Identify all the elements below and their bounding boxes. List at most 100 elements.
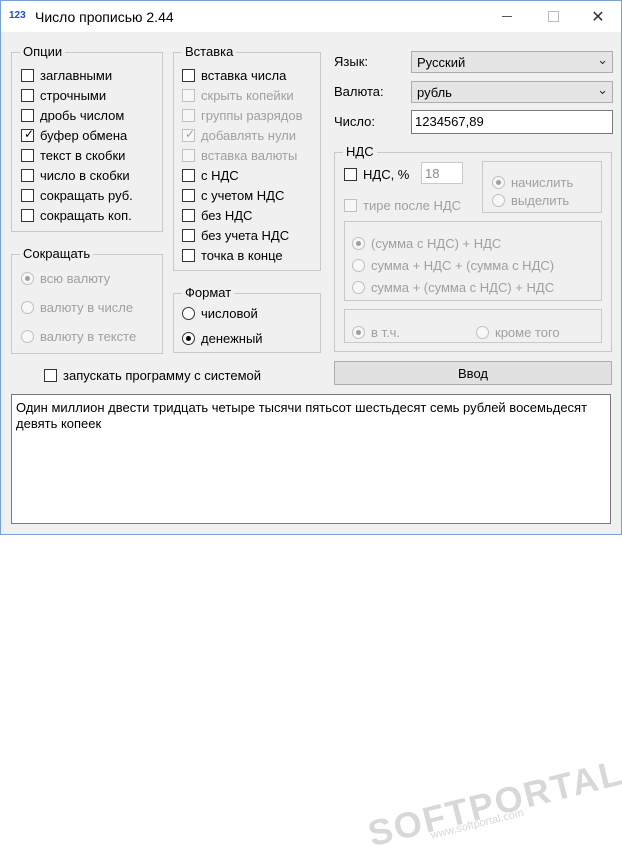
vat-formula-radio[interactable]: сумма + НДС + (сумма с НДС) (352, 256, 554, 274)
radio-circle[interactable] (476, 325, 489, 339)
insert-checkbox[interactable]: без учета НДС (182, 226, 289, 244)
insert-checkbox[interactable]: ✓ добавлять нули (182, 126, 296, 144)
checkbox-box[interactable] (182, 108, 195, 122)
vat-rate-value: 18 (425, 166, 440, 181)
checkbox-box[interactable] (182, 88, 195, 102)
checkbox-box[interactable] (21, 208, 34, 222)
option-checkbox-label: сокращать руб. (40, 187, 133, 203)
shorten-radio-label: валюту в тексте (40, 328, 137, 344)
vat-checkbox[interactable]: НДС, % (344, 165, 409, 183)
shorten-radio[interactable]: валюту в тексте (21, 327, 136, 345)
radio-circle[interactable] (182, 331, 195, 345)
insert-checkbox[interactable]: скрыть копейки (182, 86, 294, 104)
vat-incl-radio[interactable]: кроме того (476, 323, 560, 341)
checkbox-box[interactable] (344, 167, 357, 181)
vat-formula-radio[interactable]: (сумма с НДС) + НДС (352, 234, 501, 252)
vat-checkbox-label: НДС, % (363, 166, 410, 182)
currency-select[interactable]: рубль ⌄ (411, 81, 613, 103)
insert-checkbox[interactable]: вставка валюты (182, 146, 297, 164)
currency-value: рубль (417, 85, 452, 100)
vat-legend: НДС (343, 144, 377, 159)
checkbox-box[interactable] (182, 248, 195, 262)
autostart-checkbox[interactable]: запускать программу с системой (44, 366, 261, 384)
option-checkbox-label: заглавными (40, 67, 113, 83)
option-checkbox[interactable]: сокращать коп. (21, 206, 132, 224)
insert-checkbox[interactable]: с учетом НДС (182, 186, 284, 204)
option-checkbox[interactable]: текст в скобки (21, 146, 125, 164)
checkbox-box[interactable] (21, 188, 34, 202)
insert-checkbox[interactable]: точка в конце (182, 246, 283, 264)
format-radio[interactable]: денежный (182, 329, 263, 347)
checkbox-box[interactable] (182, 68, 195, 82)
chevron-down-icon: ⌄ (597, 82, 608, 97)
insert-checkbox[interactable]: без НДС (182, 206, 252, 224)
vat-formula-radio-label: сумма + (сумма с НДС) + НДС (371, 279, 555, 295)
shorten-radio[interactable]: всю валюту (21, 269, 110, 287)
radio-circle[interactable] (182, 306, 195, 320)
checkbox-box[interactable] (182, 168, 195, 182)
radio-circle[interactable] (352, 236, 365, 250)
checkmark-icon: ✓ (185, 126, 196, 141)
output-textarea[interactable]: Один миллион двести тридцать четыре тыся… (11, 394, 622, 854)
radio-circle[interactable] (21, 329, 34, 343)
insert-checkbox-label: без НДС (201, 207, 253, 223)
vat-mode-radio-label: выделить (511, 192, 570, 208)
radio-dot-icon (186, 335, 191, 341)
radio-circle[interactable] (492, 193, 505, 207)
language-select[interactable]: Русский ⌄ (411, 51, 613, 73)
insert-checkbox-label: группы разрядов (201, 107, 303, 123)
option-checkbox[interactable]: сокращать руб. (21, 186, 133, 204)
vat-mode-radio-label: начислить (511, 174, 574, 190)
radio-circle[interactable] (21, 300, 34, 314)
checkbox-box[interactable] (182, 228, 195, 242)
vat-mode-radio[interactable]: начислить (492, 173, 573, 191)
shorten-legend: Сокращать (20, 246, 94, 261)
checkbox-box[interactable] (21, 168, 34, 182)
shorten-radio-label: всю валюту (40, 270, 111, 286)
option-checkbox[interactable]: ✓ буфер обмена (21, 126, 127, 144)
checkbox-box[interactable] (182, 188, 195, 202)
vat-rate-input[interactable]: 18 (421, 162, 463, 184)
insert-checkbox[interactable]: вставка числа (182, 66, 286, 84)
checkbox-box[interactable] (182, 208, 195, 222)
radio-circle[interactable] (21, 271, 34, 285)
dash-after-vat-checkbox[interactable]: тире после НДС (344, 196, 461, 214)
format-radio[interactable]: числовой (182, 304, 258, 322)
option-checkbox[interactable]: дробь числом (21, 106, 124, 124)
checkbox-box[interactable] (182, 148, 195, 162)
vat-mode-radio[interactable]: выделить (492, 191, 569, 209)
radio-circle[interactable] (352, 325, 365, 339)
vat-formula-radio-label: (сумма с НДС) + НДС (371, 235, 502, 251)
close-button[interactable]: ✕ (575, 1, 621, 32)
insert-checkbox[interactable]: группы разрядов (182, 106, 302, 124)
radio-dot-icon (25, 275, 30, 281)
checkbox-box[interactable]: ✓ (182, 126, 196, 142)
vat-formula-radio[interactable]: сумма + (сумма с НДС) + НДС (352, 278, 554, 296)
checkbox-box[interactable] (344, 198, 357, 212)
enter-button[interactable]: Ввод (334, 361, 612, 385)
option-checkbox[interactable]: число в скобки (21, 166, 130, 184)
option-checkbox[interactable]: заглавными (21, 66, 112, 84)
radio-circle[interactable] (352, 258, 365, 272)
checkbox-box[interactable] (21, 108, 34, 122)
maximize-button[interactable] (530, 1, 576, 32)
checkbox-box[interactable]: ✓ (21, 127, 34, 142)
vat-formula-radio-label: сумма + НДС + (сумма с НДС) (371, 257, 555, 273)
shorten-radio[interactable]: валюту в числе (21, 298, 133, 316)
number-input[interactable]: 1234567,89 (411, 110, 613, 134)
number-label: Число: (334, 114, 375, 129)
number-value: 1234567,89 (415, 114, 484, 129)
vat-incl-radio[interactable]: в т.ч. (352, 323, 400, 341)
checkbox-box[interactable] (21, 148, 34, 162)
minimize-button[interactable] (484, 1, 530, 32)
checkbox-box[interactable] (21, 88, 34, 102)
option-checkbox[interactable]: строчными (21, 86, 106, 104)
checkbox-box[interactable] (44, 368, 57, 382)
checkbox-box[interactable] (21, 68, 34, 82)
radio-circle[interactable] (352, 280, 365, 294)
title-bar[interactable]: 123 Число прописью 2.44 ✕ (1, 1, 621, 32)
insert-checkbox[interactable]: с НДС (182, 166, 239, 184)
insert-checkbox-label: с НДС (201, 167, 239, 183)
radio-circle[interactable] (492, 175, 505, 189)
insert-checkbox-label: скрыть копейки (201, 87, 294, 103)
